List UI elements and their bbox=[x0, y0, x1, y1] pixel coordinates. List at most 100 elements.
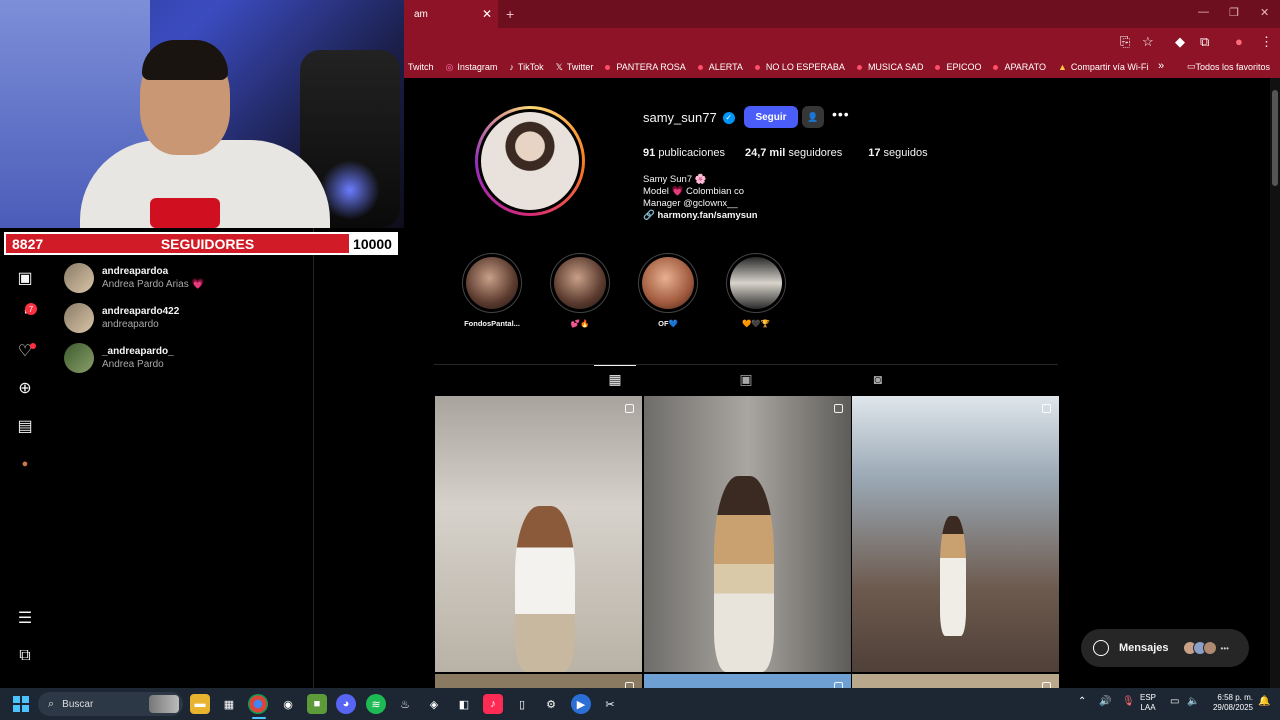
bookmark-pantera-rosa[interactable]: PANTERA ROSA bbox=[605, 62, 686, 72]
bookmark-twitter[interactable]: 𝕏 Twitter bbox=[556, 62, 594, 73]
create-icon[interactable]: ⊕ bbox=[15, 378, 35, 398]
following-stat[interactable]: 17 seguidos bbox=[868, 147, 927, 159]
speaker-icon[interactable]: 🔈 bbox=[1187, 696, 1199, 707]
reels-tab-icon[interactable]: ▣ bbox=[736, 371, 756, 387]
bookmark-star-icon[interactable]: ☆ bbox=[1142, 34, 1154, 50]
profile-tabs: ▦ ▣ ◙ bbox=[434, 364, 1058, 396]
file-explorer-icon[interactable]: ▬ bbox=[190, 694, 210, 714]
highlight[interactable]: 💕🔥 bbox=[545, 253, 615, 328]
network-icon[interactable]: ▭ bbox=[1170, 696, 1179, 707]
browser-menu-icon[interactable]: ⋮ bbox=[1260, 34, 1273, 50]
follow-button[interactable]: Seguir bbox=[744, 106, 798, 128]
apps-icon[interactable]: ⧉ bbox=[15, 646, 35, 666]
result-username: _andreapardo_ bbox=[102, 346, 174, 357]
minecraft-icon[interactable]: ■ bbox=[307, 694, 327, 714]
volume-tray-icon[interactable]: 🔊 bbox=[1099, 696, 1111, 707]
tiktok-icon[interactable]: ♪ bbox=[483, 694, 503, 714]
scrollbar-thumb[interactable] bbox=[1272, 90, 1278, 186]
avatar bbox=[64, 303, 94, 333]
profile-username: samy_sun77 ✓ bbox=[643, 110, 735, 125]
highlight-label: 🧡🖤🏆 bbox=[741, 319, 770, 328]
avatar bbox=[1202, 641, 1217, 655]
profile-avatar-icon[interactable]: ● bbox=[1235, 34, 1243, 49]
chrome-icon[interactable] bbox=[248, 694, 268, 714]
highlight[interactable]: 🧡🖤🏆 bbox=[721, 253, 791, 328]
goal-current: 8827 bbox=[12, 235, 44, 252]
bookmarks-overflow-icon[interactable]: » bbox=[1158, 60, 1164, 72]
post-thumbnail[interactable] bbox=[852, 396, 1059, 672]
taskbar-clock[interactable]: 6:58 p. m. 29/08/2025 bbox=[1205, 693, 1253, 713]
post-thumbnail[interactable] bbox=[643, 396, 851, 672]
posts-grid bbox=[435, 396, 1059, 694]
minimize-icon[interactable]: — bbox=[1198, 6, 1209, 18]
bookmark-instagram[interactable]: ◎ Instagram bbox=[446, 62, 498, 73]
notification-dot bbox=[30, 343, 36, 349]
install-app-icon[interactable]: ⎘ bbox=[1120, 34, 1130, 50]
store-icon[interactable]: ▦ bbox=[219, 694, 239, 714]
notepad-icon[interactable]: ▯ bbox=[512, 694, 532, 714]
suggested-users-button[interactable]: 👤 bbox=[802, 106, 824, 128]
bookmark-aparato[interactable]: APARATO bbox=[993, 62, 1046, 72]
tab-close-icon[interactable]: ✕ bbox=[482, 7, 492, 21]
capcut-icon[interactable]: ◧ bbox=[454, 694, 474, 714]
search-result[interactable]: andreapardo422 andreapardo bbox=[64, 303, 179, 333]
notifications-icon[interactable]: 🔔 bbox=[1258, 696, 1270, 707]
bookmark-wifi-share[interactable]: ▲ Compartir vía Wi-Fi bbox=[1058, 62, 1148, 72]
bio-link[interactable]: 🔗 harmony.fan/samysun bbox=[643, 210, 758, 222]
bookmark-epicoo[interactable]: EPICOO bbox=[935, 62, 981, 72]
app-icon[interactable]: ▶ bbox=[571, 694, 591, 714]
highlight[interactable]: FondosPantal... bbox=[457, 253, 527, 328]
menu-icon[interactable]: ☰ bbox=[15, 608, 35, 628]
spotify-icon[interactable]: ≋ bbox=[366, 694, 386, 714]
bookmark-twitch[interactable]: Twitch bbox=[408, 62, 434, 72]
more-options-icon[interactable]: ••• bbox=[832, 106, 850, 122]
profile-page: samy_sun77 ✓ Seguir 👤 ••• 91 publicacion… bbox=[404, 78, 1270, 694]
posts-grid-icon[interactable]: ▦ bbox=[605, 371, 625, 387]
profile-icon[interactable]: ● bbox=[15, 454, 35, 474]
close-window-icon[interactable]: ✕ bbox=[1260, 6, 1269, 19]
page-scrollbar[interactable] bbox=[1270, 78, 1280, 688]
windows-taskbar: ⌕ Buscar ▬ ▦ ◉ ■ ◕ ≋ ♨ ◈ ◧ ♪ ▯ ⚙ ▶ ✂ ⌃ 🔊… bbox=[0, 688, 1280, 720]
all-bookmarks-folder[interactable]: ▭ Todos los favoritos bbox=[1187, 61, 1270, 72]
tray-overflow-icon[interactable]: ⌃ bbox=[1078, 696, 1086, 707]
windows-start-icon[interactable] bbox=[13, 696, 29, 712]
highlight[interactable]: OF💙 bbox=[633, 253, 703, 328]
bookmark-alerta[interactable]: ALERTA bbox=[697, 62, 743, 72]
bio-name: Samy Sun7 🌸 bbox=[643, 174, 707, 185]
vpn-icon[interactable]: ◈ bbox=[424, 694, 444, 714]
result-fullname: Andrea Pardo bbox=[102, 359, 164, 370]
restore-icon[interactable]: ❐ bbox=[1229, 6, 1239, 19]
browser-tab-instagram[interactable]: am ✕ bbox=[404, 0, 498, 28]
folder-icon: ▭ bbox=[1186, 61, 1196, 71]
obs-icon[interactable]: ◉ bbox=[278, 694, 298, 714]
bookmark-musica-sad[interactable]: MUSICA SAD bbox=[856, 62, 923, 72]
reels-icon[interactable]: ▣ bbox=[15, 268, 35, 288]
dashboard-icon[interactable]: ▤ bbox=[15, 416, 35, 436]
search-placeholder: Buscar bbox=[62, 698, 94, 710]
new-tab-icon[interactable]: + bbox=[506, 6, 514, 22]
settings-gear-icon[interactable]: ⚙ bbox=[541, 694, 561, 714]
messages-button[interactable]: Mensajes ••• bbox=[1081, 629, 1249, 667]
discord-icon[interactable]: ◕ bbox=[336, 694, 356, 714]
bio-line: Model 💗 Colombian co bbox=[643, 186, 745, 197]
search-result[interactable]: _andreapardo_ Andrea Pardo bbox=[64, 343, 174, 373]
active-tab-indicator bbox=[594, 365, 636, 366]
tagged-tab-icon[interactable]: ◙ bbox=[868, 371, 888, 387]
extensions-puzzle-icon[interactable]: ⧉ bbox=[1200, 34, 1209, 50]
add-person-icon: 👤 bbox=[807, 111, 819, 122]
capcut-editor-icon[interactable]: ✂ bbox=[600, 694, 620, 714]
followers-stat[interactable]: 24,7 mil seguidores bbox=[745, 147, 842, 159]
bookmark-no-lo-esperaba[interactable]: NO LO ESPERABA bbox=[754, 62, 845, 72]
steam-icon[interactable]: ♨ bbox=[395, 694, 415, 714]
mic-tray-icon[interactable]: 🎙 bbox=[1122, 696, 1135, 707]
link-icon: 🔗 bbox=[643, 210, 655, 221]
instagram-icon: ◎ bbox=[445, 61, 454, 72]
extension-diamond-icon[interactable]: ◆ bbox=[1175, 34, 1185, 50]
taskbar-search[interactable]: ⌕ Buscar bbox=[38, 692, 183, 716]
bookmark-tiktok[interactable]: ♪ TikTok bbox=[509, 62, 543, 72]
search-result[interactable]: andreapardoa Andrea Pardo Arias 💗 bbox=[64, 263, 204, 293]
post-thumbnail[interactable] bbox=[435, 396, 642, 672]
bio-line: Manager @gclownx__ bbox=[643, 198, 738, 209]
keyboard-language[interactable]: ESP LAA bbox=[1140, 693, 1156, 713]
profile-avatar[interactable] bbox=[475, 106, 585, 216]
